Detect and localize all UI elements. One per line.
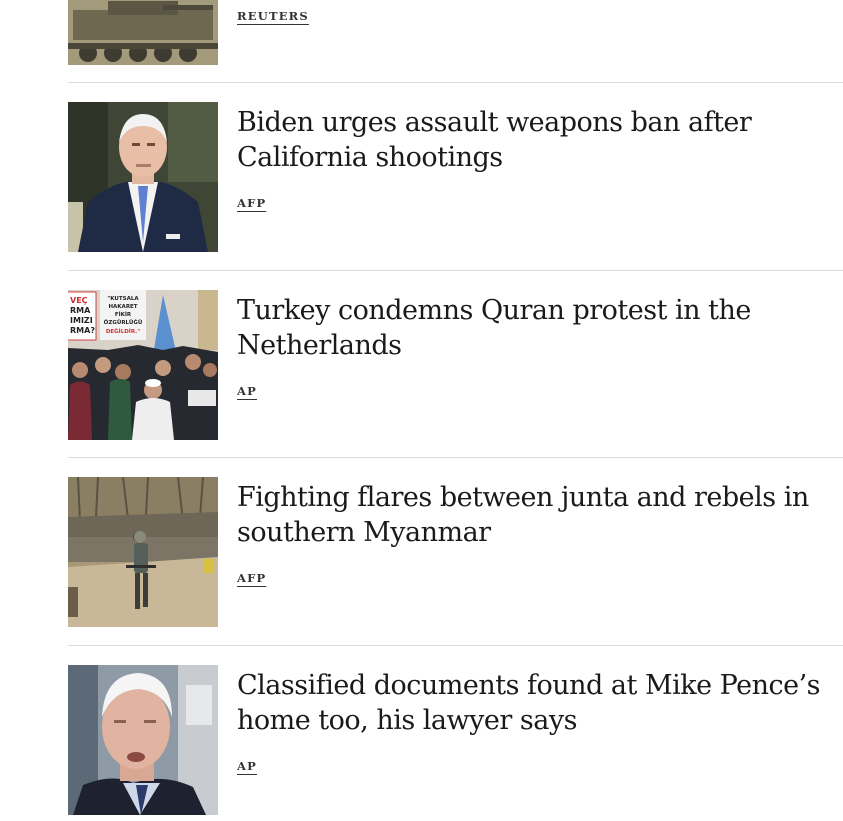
source-link[interactable]: AP (237, 759, 257, 773)
biden-photo (68, 102, 218, 252)
divider (68, 270, 843, 271)
sign-left-line: RMA? (70, 326, 95, 335)
headline-link[interactable]: Turkey condemns Quran protest in the Net… (237, 293, 837, 363)
sign-right-line: DEĞİLDİR." (106, 328, 140, 335)
sign-left-line: IMIZI (70, 316, 93, 325)
protest-photo: VEÇ RMA IMIZI RMA? "KUTSALA HAKARET FİKİ… (68, 290, 218, 440)
headline-link[interactable]: Classified documents found at Mike Pence… (237, 668, 837, 738)
news-item-pence: Classified documents found at Mike Pence… (68, 665, 843, 815)
news-item-myanmar: Fighting flares between junta and rebels… (68, 477, 843, 627)
source-link[interactable]: AP (237, 384, 257, 398)
divider (68, 457, 843, 458)
pence-photo (68, 665, 218, 815)
sign-right-line: "KUTSALA (107, 296, 139, 302)
headline-link[interactable]: Biden urges assault weapons ban after Ca… (237, 105, 837, 175)
thumbnail-turkey[interactable]: VEÇ RMA IMIZI RMA? "KUTSALA HAKARET FİKİ… (68, 290, 218, 440)
sign-right-line: FİKİR (115, 311, 132, 318)
headline-link[interactable]: Fighting flares between junta and rebels… (237, 480, 837, 550)
source-link[interactable]: AFP (237, 196, 266, 210)
sign-right-line: ÖZGÜRLÜĞÜ (104, 319, 143, 326)
thumbnail-tank[interactable] (68, 0, 218, 65)
sign-right-line: HAKARET (108, 304, 137, 310)
sign-left-line: VEÇ (70, 296, 88, 305)
news-feed: REUTERS Biden urges assault weapons ban … (0, 0, 843, 821)
divider (68, 82, 843, 83)
divider (68, 645, 843, 646)
thumbnail-biden[interactable] (68, 102, 218, 252)
news-item-turkey: VEÇ RMA IMIZI RMA? "KUTSALA HAKARET FİKİ… (68, 290, 843, 440)
sign-left-line: RMA (70, 306, 91, 315)
myanmar-photo (68, 477, 218, 627)
tank-image (68, 0, 218, 65)
news-item-biden: Biden urges assault weapons ban after Ca… (68, 102, 843, 252)
thumbnail-myanmar[interactable] (68, 477, 218, 627)
source-link[interactable]: REUTERS (237, 9, 309, 23)
thumbnail-pence[interactable] (68, 665, 218, 815)
news-item-tank: REUTERS (68, 0, 843, 65)
source-link[interactable]: AFP (237, 571, 266, 585)
